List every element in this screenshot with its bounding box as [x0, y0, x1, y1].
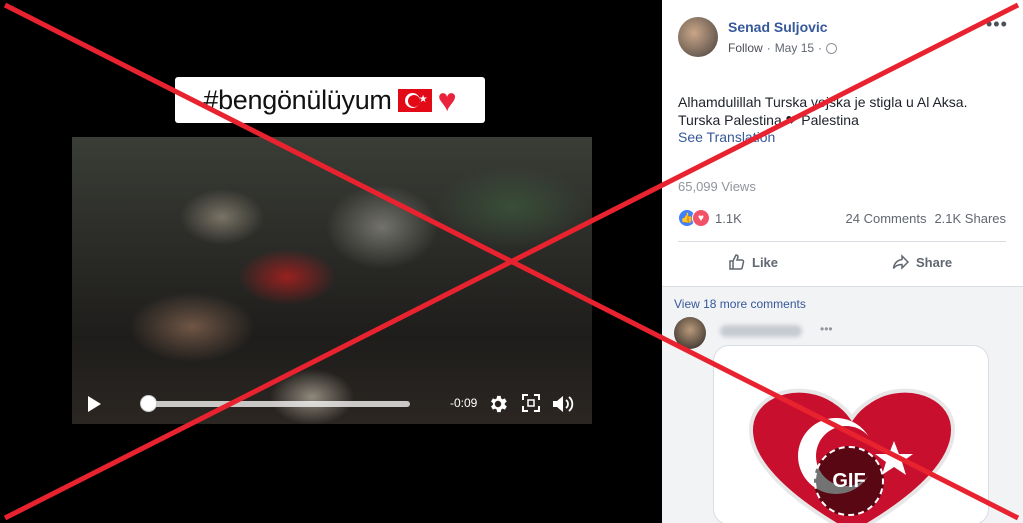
- share-button[interactable]: Share: [892, 253, 952, 271]
- share-arrow-icon: [892, 254, 910, 270]
- turkey-flag-icon: ★: [397, 88, 432, 112]
- gif-comment[interactable]: GIF: [713, 345, 989, 523]
- video-player[interactable]: #bengönülüyum ★ ♥ -0:09: [0, 0, 662, 523]
- seek-thumb[interactable]: [140, 395, 157, 412]
- red-heart-icon: ♥: [437, 82, 457, 118]
- fullscreen-icon[interactable]: [522, 394, 540, 412]
- comments-shares: 24 Comments 2.1K Shares: [846, 211, 1006, 226]
- divider: [678, 241, 1006, 242]
- see-translation-link[interactable]: See Translation: [678, 129, 775, 145]
- author-avatar[interactable]: [678, 17, 718, 57]
- time-remaining: -0:09: [450, 396, 478, 410]
- post-text: Alhamdulillah Turska vojska je stigla u …: [678, 93, 1008, 129]
- globe-icon: [826, 42, 838, 54]
- post-date[interactable]: May 15: [775, 41, 814, 55]
- meta-separator: ·: [766, 41, 771, 55]
- hashtag-sticker: #bengönülüyum ★ ♥: [175, 77, 485, 123]
- commenter-avatar[interactable]: [674, 317, 706, 349]
- video-frame[interactable]: [72, 137, 592, 424]
- reaction-count: 1.1K: [715, 210, 742, 226]
- commenter-name-blurred: [720, 325, 802, 337]
- play-icon[interactable]: [88, 396, 101, 412]
- gear-icon[interactable]: [487, 393, 509, 415]
- more-options-icon[interactable]: •••: [986, 14, 1008, 35]
- like-label: Like: [752, 254, 779, 270]
- post-panel: Senad Suljovic Follow · May 15 · ••• Alh…: [662, 0, 1023, 523]
- gif-badge[interactable]: GIF: [814, 446, 884, 516]
- comments-count[interactable]: 24 Comments: [846, 211, 927, 226]
- author-name[interactable]: Senad Suljovic: [728, 19, 828, 35]
- view-more-comments-link[interactable]: View 18 more comments: [674, 297, 806, 311]
- reactions-summary[interactable]: 👍 ♥ 1.1K: [678, 209, 742, 227]
- video-controls: -0:09: [72, 388, 592, 420]
- post-meta: Follow · May 15 ·: [728, 41, 838, 55]
- comment-more-icon[interactable]: •••: [820, 322, 833, 336]
- views-count: 65,099 Views: [678, 179, 756, 194]
- post-text-line-1: Alhamdulillah Turska vojska je stigla u …: [678, 94, 968, 110]
- thumbs-up-icon: [729, 254, 745, 270]
- seek-bar[interactable]: [142, 401, 410, 407]
- share-label: Share: [916, 254, 953, 270]
- love-reaction-icon: ♥: [692, 209, 710, 227]
- post-text-line-2: Turska Palestina ❤ Palestina: [678, 112, 859, 128]
- follow-link[interactable]: Follow: [728, 41, 763, 55]
- volume-icon[interactable]: [551, 393, 575, 415]
- comments-section: View 18 more comments ••• GIF: [662, 286, 1023, 523]
- like-button[interactable]: Like: [728, 253, 778, 271]
- meta-separator-2: ·: [818, 41, 823, 55]
- screenshot-root: #bengönülüyum ★ ♥ -0:09 Senad Suljovic F…: [0, 0, 1023, 523]
- hashtag-text: #bengönülüyum: [203, 84, 392, 115]
- shares-count[interactable]: 2.1K Shares: [934, 211, 1006, 226]
